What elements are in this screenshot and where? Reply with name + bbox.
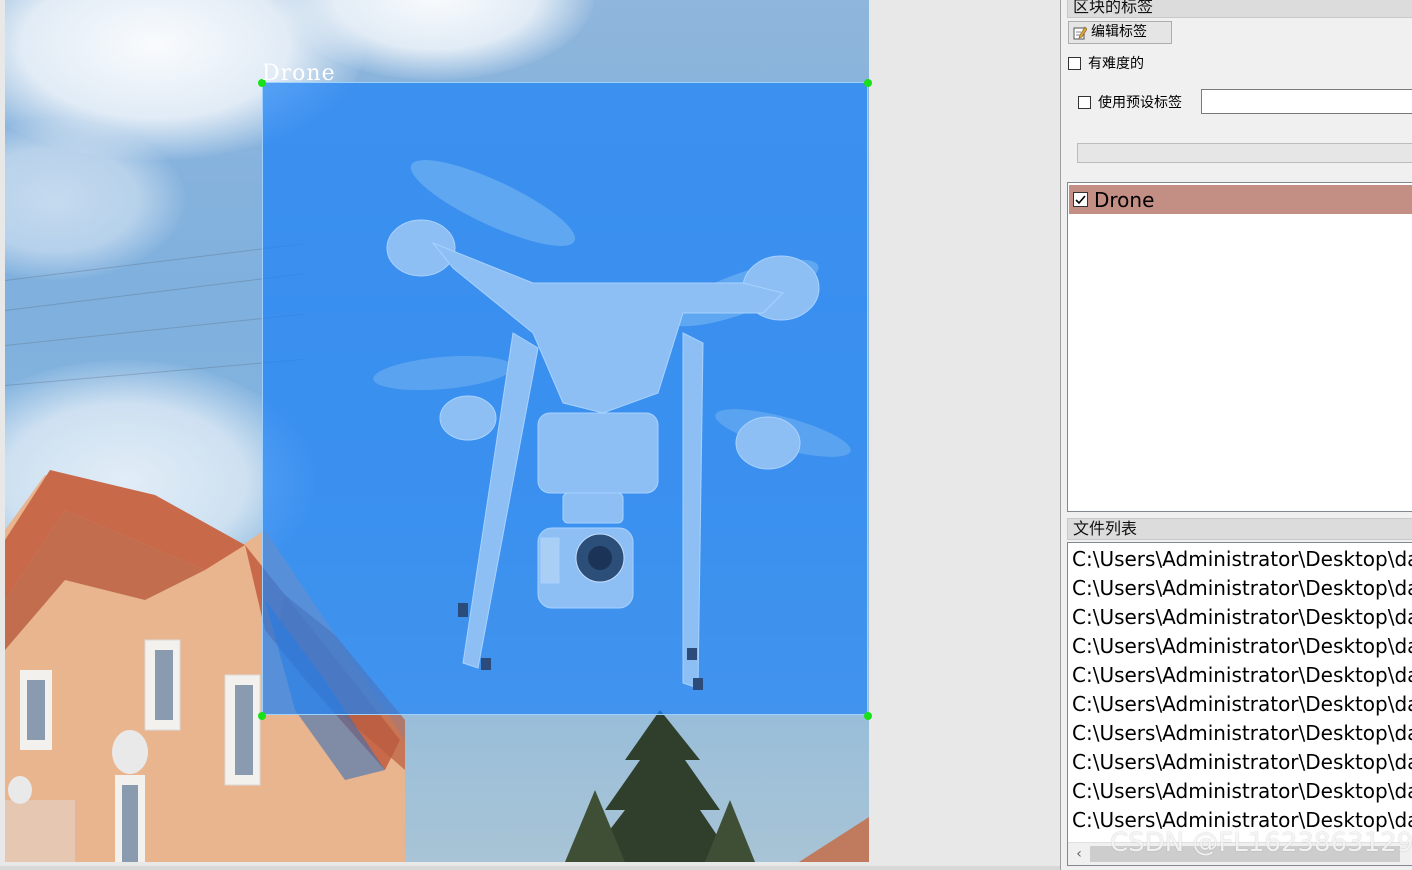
scroll-left-arrow-icon[interactable]: ‹ xyxy=(1071,844,1087,864)
labelimg-window: Drone 区块的标签 编辑标签 有难度的 使用预设标签 Drone 文件列表 … xyxy=(0,0,1412,870)
drone-illustration xyxy=(373,160,851,690)
bbox-handle-bottom-left[interactable] xyxy=(258,712,266,720)
file-list-item[interactable]: C:\Users\Administrator\Desktop\dat xyxy=(1072,748,1412,777)
file-list-item[interactable]: C:\Users\Administrator\Desktop\dat xyxy=(1072,632,1412,661)
edit-label-button-text: 编辑标签 xyxy=(1091,24,1147,40)
right-panel: 区块的标签 编辑标签 有难度的 使用预设标签 Drone 文件列表 C:\Use… xyxy=(1060,0,1412,870)
image-canvas[interactable]: Drone xyxy=(0,0,1060,866)
bbox-handle-top-right[interactable] xyxy=(864,79,872,87)
wire xyxy=(5,313,304,346)
bbox-handle-bottom-right[interactable] xyxy=(864,712,872,720)
canvas-bottom-border xyxy=(0,866,1060,870)
label-list-item[interactable]: Drone xyxy=(1069,185,1412,214)
file-list-item[interactable]: C:\Users\Administrator\Desktop\dat xyxy=(1072,777,1412,806)
file-list-item[interactable]: C:\Users\Administrator\Desktop\dat xyxy=(1072,574,1412,603)
file-list-item[interactable]: C:\Users\Administrator\Desktop\dat xyxy=(1072,690,1412,719)
bbox-label-text: Drone xyxy=(262,61,336,86)
default-label-input[interactable] xyxy=(1201,89,1412,114)
edit-label-button[interactable]: 编辑标签 xyxy=(1068,21,1172,44)
check-icon xyxy=(1075,195,1086,205)
label-item-checkbox[interactable] xyxy=(1073,192,1088,207)
use-default-label-row: 使用预设标签 xyxy=(1078,92,1182,112)
file-list-dock-title[interactable]: 文件列表 xyxy=(1067,518,1412,540)
edit-icon xyxy=(1073,26,1087,39)
box-labels-dock-title[interactable]: 区块的标签 xyxy=(1067,0,1412,18)
file-list-item[interactable]: C:\Users\Administrator\Desktop\dat xyxy=(1072,661,1412,690)
label-list[interactable]: Drone xyxy=(1067,182,1412,512)
label-item-text: Drone xyxy=(1094,187,1155,212)
file-list-item[interactable]: C:\Users\Administrator\Desktop\dat xyxy=(1072,603,1412,632)
file-list-item[interactable]: C:\Users\Administrator\Desktop\dat xyxy=(1072,719,1412,748)
file-list-item[interactable]: C:\Users\Administrator\Desktop\dat xyxy=(1072,545,1412,574)
difficult-row: 有难度的 xyxy=(1068,53,1144,73)
horizontal-bar xyxy=(1077,143,1412,163)
difficult-label: 有难度的 xyxy=(1088,56,1144,72)
roof-corner xyxy=(799,817,869,862)
use-default-label-text: 使用预设标签 xyxy=(1098,95,1182,111)
use-default-label-checkbox[interactable] xyxy=(1078,95,1091,109)
difficult-checkbox[interactable] xyxy=(1068,56,1081,70)
watermark: CSDN @FL1623863129 xyxy=(1110,828,1412,858)
file-list[interactable]: C:\Users\Administrator\Desktop\dat C:\Us… xyxy=(1067,542,1412,866)
tree-illustration xyxy=(565,710,755,862)
bounding-box-drone[interactable] xyxy=(262,82,868,715)
